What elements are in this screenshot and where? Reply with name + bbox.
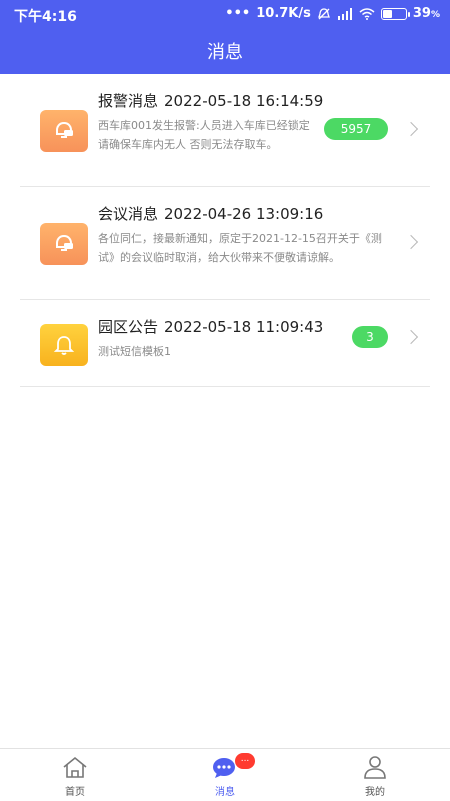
message-item-alarm[interactable]: 报警消息 2022-05-18 16:14:59 西车库001发生报警:人员进入车… <box>20 74 430 187</box>
message-time: 2022-04-26 13:09:16 <box>164 205 324 223</box>
more-dots-icon: ••• <box>225 6 251 21</box>
message-header: 园区公告 2022-05-18 11:09:43 <box>98 316 323 337</box>
battery-level: 39% <box>412 6 440 21</box>
message-bell-icon <box>40 223 88 265</box>
message-title: 会议消息 <box>98 205 159 223</box>
chevron-right-icon <box>403 121 419 137</box>
message-title: 报警消息 <box>98 92 159 110</box>
chevron-right-icon <box>403 329 419 345</box>
message-preview: 测试短信模板1 <box>98 345 171 358</box>
tab-label: 消息 <box>215 787 235 798</box>
message-preview: 西车库001发生报警:人员进入车库已经锁定 请确保车库内无人 否则无法存取车。 <box>98 119 310 151</box>
message-title: 园区公告 <box>98 318 159 336</box>
tab-profile[interactable]: 我的 <box>325 749 425 801</box>
notification-badge: ... <box>235 753 255 769</box>
chevron-right-icon <box>403 234 419 250</box>
message-header: 会议消息 2022-04-26 13:09:16 <box>98 203 323 224</box>
unread-count-badge: 5957 <box>324 118 388 140</box>
message-preview: 各位同仁，接最新通知，原定于2021-12-15召开关于《测试》的会议临时取消，… <box>98 232 382 264</box>
message-time: 2022-05-18 16:14:59 <box>164 92 324 110</box>
network-speed: 10.7K/s <box>256 6 311 21</box>
tab-label: 我的 <box>365 787 385 798</box>
tab-label: 首页 <box>65 787 85 798</box>
message-list: 报警消息 2022-05-18 16:14:59 西车库001发生报警:人员进入车… <box>0 74 450 387</box>
wifi-icon <box>359 7 375 20</box>
page-title: 消息 <box>207 42 243 63</box>
message-time: 2022-05-18 11:09:43 <box>164 318 324 336</box>
user-icon <box>364 756 386 779</box>
home-icon <box>63 756 87 778</box>
battery-icon <box>380 7 410 20</box>
tab-home[interactable]: 首页 <box>25 749 125 801</box>
message-header: 报警消息 2022-05-18 16:14:59 <box>98 90 323 111</box>
bell-icon <box>40 324 88 366</box>
status-time: 下午4:16 <box>14 9 77 25</box>
unread-count-badge: 3 <box>352 326 388 348</box>
message-bell-icon <box>40 110 88 152</box>
bottom-tab-bar: 首页 ... 消息 我的 <box>0 748 450 801</box>
status-right: ••• 10.7K/s 39% <box>225 6 440 21</box>
tab-messages[interactable]: ... 消息 <box>175 749 275 801</box>
message-item-meeting[interactable]: 会议消息 2022-04-26 13:09:16 各位同仁，接最新通知，原定于20… <box>20 187 430 300</box>
status-bar: 下午4:16 ••• 10.7K/s 39% <box>0 0 450 30</box>
top-bar: 下午4:16 ••• 10.7K/s 39% 消息 <box>0 0 450 74</box>
silent-icon <box>317 7 330 19</box>
signal-icon <box>337 7 352 20</box>
message-item-notice[interactable]: 园区公告 2022-05-18 11:09:43 测试短信模板1 3 <box>20 300 430 387</box>
